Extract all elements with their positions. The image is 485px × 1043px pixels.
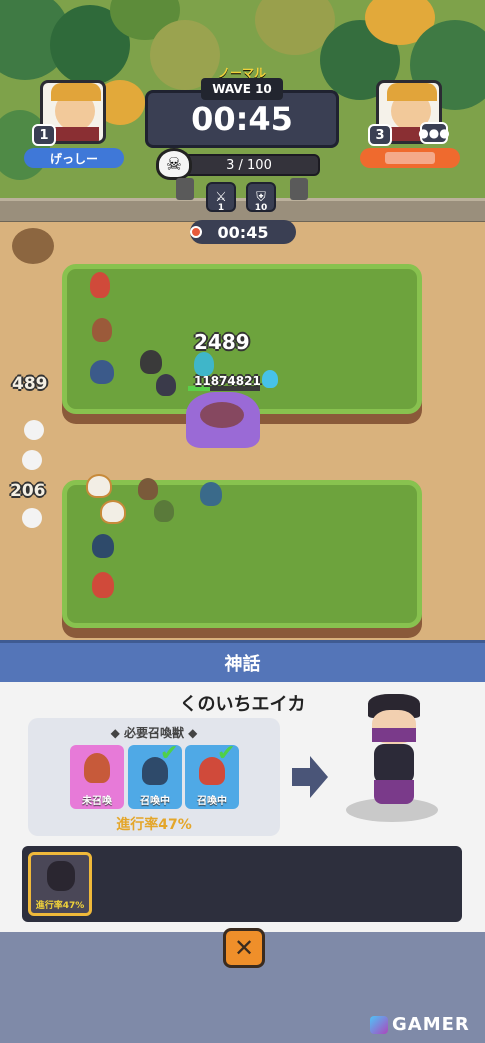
progress-rate: 進行率47% xyxy=(116,817,192,833)
close-icon: ✕ xyxy=(233,934,255,962)
watermark: GAMER xyxy=(370,1014,470,1035)
mythic-unit-name: くのいちエイカ xyxy=(179,694,306,715)
diamond-icon: ◆ xyxy=(110,726,124,740)
required-unit-2[interactable]: ✔ 召喚中 xyxy=(128,745,182,809)
player1-name: げっしー xyxy=(24,148,124,168)
damage-number: 206 xyxy=(10,481,46,501)
fox-unit-icon xyxy=(84,753,110,783)
game-screen: 1 げっしー 3 ●●● ノーマル 00:45 WAVE 10 3 / 100 … xyxy=(0,0,485,1043)
skull-icon: ☠ xyxy=(156,148,192,180)
watermark-text: GAMER xyxy=(392,1014,470,1035)
battlefield: 1 げっしー 3 ●●● ノーマル 00:45 WAVE 10 3 / 100 … xyxy=(0,0,485,640)
unit-shell[interactable] xyxy=(100,500,126,524)
tower-icon xyxy=(176,178,194,200)
boss-hp-text: 11874821 xyxy=(194,374,261,388)
unit-spearman[interactable] xyxy=(92,572,114,598)
enemy-ghost xyxy=(24,420,44,440)
panel-title: 神話 xyxy=(224,653,261,675)
enemy-count-bar: 3 / 100 xyxy=(178,154,320,176)
avatar-body xyxy=(53,127,99,141)
ninja-body xyxy=(374,744,414,784)
unit-mage[interactable] xyxy=(194,352,214,376)
wave-timer-text: 00:45 xyxy=(191,100,293,138)
unit-warrior[interactable] xyxy=(138,478,158,500)
wave-label: WAVE 10 xyxy=(201,78,283,100)
arrow-right-icon xyxy=(290,754,330,800)
unit-shell[interactable] xyxy=(86,474,112,498)
unit-archer[interactable] xyxy=(92,534,114,558)
required-unit-1[interactable]: 未召喚 xyxy=(70,745,124,809)
boss-monster-hit-effect xyxy=(200,402,244,428)
spawn-hole xyxy=(12,228,54,264)
boss-timer-text: 00:45 xyxy=(217,222,269,242)
required-summons-label: 必要召喚獣 xyxy=(123,726,184,740)
unit-mage[interactable] xyxy=(200,482,222,506)
unit-archer[interactable] xyxy=(90,360,114,384)
enemy-ghost xyxy=(22,450,42,470)
unit-warrior[interactable] xyxy=(92,318,112,342)
required-unit-3[interactable]: ✔ 召喚中 xyxy=(185,745,239,809)
required-unit-1-status: 未召喚 xyxy=(82,796,112,807)
chat-icon[interactable]: ●●● xyxy=(418,122,450,144)
defense-level: 10 xyxy=(254,203,268,213)
diamond-icon: ◆ xyxy=(184,726,198,740)
player2-name-blurred xyxy=(360,148,460,168)
unit-ninja[interactable] xyxy=(140,350,162,374)
check-icon: ✔ xyxy=(217,745,236,766)
tower-icon xyxy=(290,178,308,200)
attack-level: 1 xyxy=(217,203,225,213)
boss-timer: 00:45 xyxy=(190,220,296,244)
player1-level-badge: 1 xyxy=(32,124,56,146)
blue-flame-effect xyxy=(262,370,278,388)
ninja-skirt xyxy=(374,780,414,804)
damage-number: 2489 xyxy=(194,330,250,354)
required-unit-3-status: 召喚中 xyxy=(197,796,227,807)
player2-level-badge: 3 xyxy=(368,124,392,146)
collection-slot-ninja[interactable]: 進行率47% xyxy=(28,852,92,916)
ninja-character xyxy=(362,688,426,816)
required-summons-title: ◆ 必要召喚獣 ◆ xyxy=(28,724,280,741)
unit-ninja[interactable] xyxy=(156,374,176,396)
required-unit-2-status: 召喚中 xyxy=(140,796,170,807)
unit-warrior[interactable] xyxy=(154,500,174,522)
unit-spearman[interactable] xyxy=(90,272,110,298)
check-icon: ✔ xyxy=(160,745,179,766)
collection-slot-progress: 進行率47% xyxy=(35,901,85,911)
enemy-ghost xyxy=(22,508,42,528)
ninja-mask xyxy=(372,728,416,742)
panel-header: 神話 xyxy=(0,640,485,682)
damage-number: 489 xyxy=(12,374,48,394)
ninja-thumb-icon xyxy=(47,861,75,891)
clock-icon xyxy=(190,226,202,238)
enemy-count-text: 3 / 100 xyxy=(226,157,272,173)
avatar-hair xyxy=(387,83,437,101)
avatar-hair xyxy=(51,83,101,101)
close-button[interactable]: ✕ xyxy=(223,928,265,968)
gamer-logo-icon xyxy=(370,1015,388,1034)
blurred-name xyxy=(385,152,435,164)
